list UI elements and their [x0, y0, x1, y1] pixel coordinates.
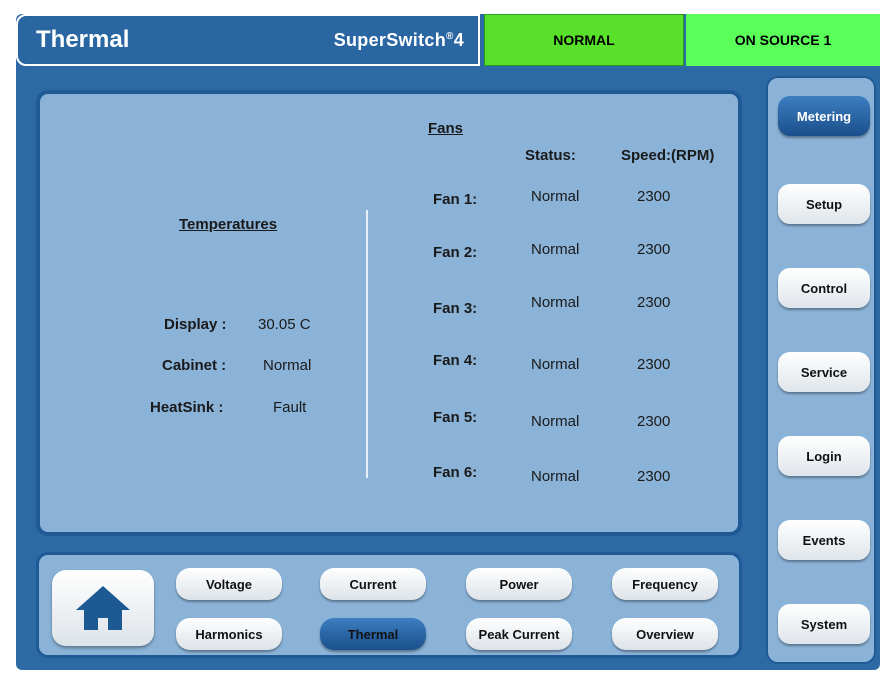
- panel-divider: [366, 210, 368, 478]
- temperatures-heading: Temperatures: [179, 216, 278, 233]
- fan-2-status: Normal: [531, 241, 580, 258]
- fan-2-label: Fan 2:: [433, 244, 478, 261]
- fan-6-status: Normal: [531, 468, 580, 485]
- temp-cabinet-value: Normal: [263, 357, 312, 374]
- nav-voltage-button[interactable]: Voltage: [176, 568, 282, 600]
- fan-5-label: Fan 5:: [433, 409, 478, 426]
- temp-heatsink-value: Fault: [273, 399, 307, 416]
- sidebar-item-setup[interactable]: Setup: [778, 184, 870, 224]
- mode-status-badge: NORMAL: [484, 14, 684, 66]
- nav-power-button[interactable]: Power: [466, 568, 572, 600]
- sidebar-item-metering[interactable]: Metering: [778, 96, 870, 136]
- fans-heading: Fans: [428, 120, 464, 137]
- temp-cabinet-label: Cabinet :: [162, 357, 227, 374]
- fan-4-speed: 2300: [637, 356, 671, 373]
- fan-4-status: Normal: [531, 356, 580, 373]
- fan-2-speed: 2300: [637, 241, 671, 258]
- home-button[interactable]: [52, 570, 154, 646]
- sidebar-item-events[interactable]: Events: [778, 520, 870, 560]
- source-status-badge: ON SOURCE 1: [686, 14, 880, 66]
- temp-heatsink-label: HeatSink :: [150, 399, 224, 416]
- fan-1-speed: 2300: [637, 188, 671, 205]
- fan-5-status: Normal: [531, 413, 580, 430]
- fan-3-label: Fan 3:: [433, 300, 478, 317]
- nav-overview-button[interactable]: Overview: [612, 618, 718, 650]
- nav-harmonics-button[interactable]: Harmonics: [176, 618, 282, 650]
- fans-status-header: Status:: [525, 147, 576, 164]
- fan-3-status: Normal: [531, 294, 580, 311]
- fan-3-speed: 2300: [637, 294, 671, 311]
- fans-speed-header: Speed:(RPM): [621, 147, 715, 164]
- sidebar-item-system[interactable]: System: [778, 604, 870, 644]
- fan-6-label: Fan 6:: [433, 464, 478, 481]
- temp-display-label: Display :: [164, 316, 227, 333]
- fan-1-status: Normal: [531, 188, 580, 205]
- sidebar-item-login[interactable]: Login: [778, 436, 870, 476]
- temp-display-value: 30.05 C: [258, 316, 311, 333]
- nav-peak-current-button[interactable]: Peak Current: [466, 618, 572, 650]
- fan-6-speed: 2300: [637, 468, 671, 485]
- fan-4-label: Fan 4:: [433, 352, 478, 369]
- brand-logo: SuperSwitch®4: [333, 30, 464, 50]
- nav-thermal-button[interactable]: Thermal: [320, 618, 426, 650]
- sidebar-item-control[interactable]: Control: [778, 268, 870, 308]
- fan-1-label: Fan 1:: [433, 191, 478, 208]
- page-title: Thermal: [36, 26, 130, 53]
- home-icon: [76, 586, 130, 630]
- title-bar: Thermal SuperSwitch®4: [16, 14, 480, 66]
- nav-frequency-button[interactable]: Frequency: [612, 568, 718, 600]
- nav-current-button[interactable]: Current: [320, 568, 426, 600]
- sidebar-item-service[interactable]: Service: [778, 352, 870, 392]
- fan-5-speed: 2300: [637, 413, 671, 430]
